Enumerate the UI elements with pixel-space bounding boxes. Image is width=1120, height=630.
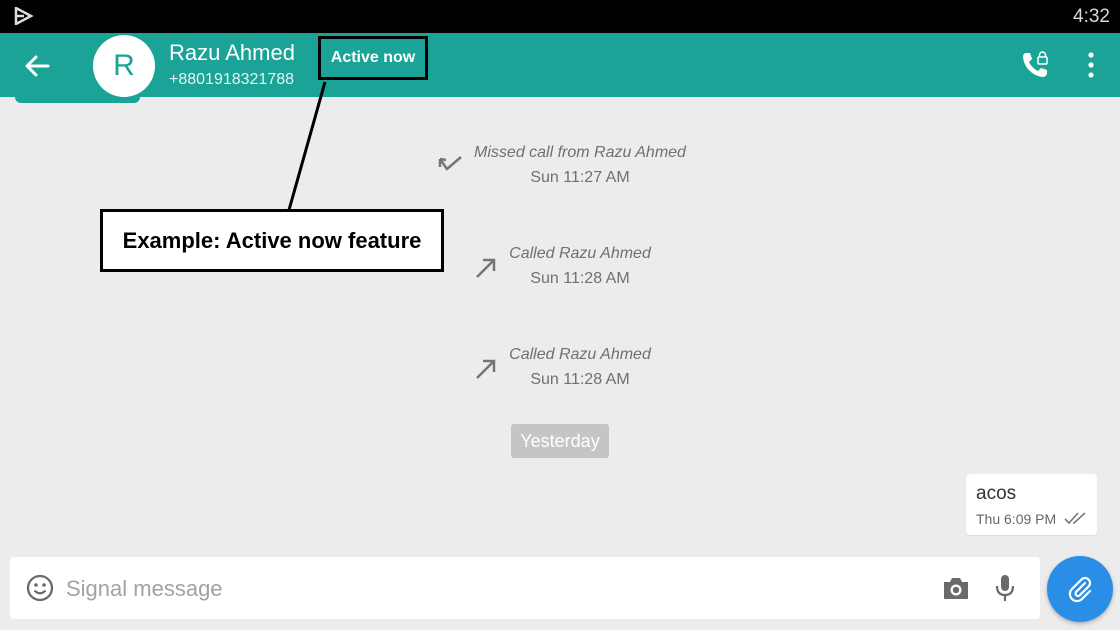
conversation-toolbar: R Razu Ahmed +8801918321788 Active now [0, 33, 1120, 97]
message-text: acos [976, 483, 1017, 504]
message-time: Thu 6:09 PM [976, 511, 1057, 527]
active-status-label: Active now [330, 49, 416, 66]
call-event-title: Called Razu Ahmed [509, 245, 651, 262]
contact-name[interactable]: Razu Ahmed [169, 40, 295, 66]
call-event: Called Razu Ahmed Sun 11:28 AM [505, 346, 655, 389]
call-event-time: Sun 11:28 AM [530, 371, 630, 388]
delivered-checks-icon [1064, 512, 1086, 525]
call-event: Missed call from Razu Ahmed Sun 11:27 AM [470, 144, 690, 187]
toolbar-tab-edge [15, 97, 140, 103]
call-event-title: Called Razu Ahmed [509, 346, 651, 363]
clock: 4:32 [1073, 6, 1110, 27]
outgoing-call-icon [476, 359, 496, 379]
active-status-highlight: Active now [318, 36, 428, 80]
call-event-title: Missed call from Razu Ahmed [474, 144, 686, 161]
call-event-time: Sun 11:28 AM [530, 270, 630, 287]
attach-button[interactable] [1047, 556, 1113, 622]
camera-icon[interactable] [942, 575, 970, 601]
call-event: Called Razu Ahmed Sun 11:28 AM [505, 245, 655, 288]
microphone-icon[interactable] [995, 573, 1015, 603]
status-bar: 4:32 [0, 0, 1120, 33]
call-event-time: Sun 11:27 AM [530, 169, 630, 186]
avatar[interactable]: R [93, 35, 155, 97]
emoji-icon[interactable] [26, 574, 54, 602]
contact-number: +8801918321788 [169, 71, 295, 88]
annotation-label: Example: Active now feature [122, 227, 422, 253]
date-divider: Yesterday [511, 424, 609, 458]
avatar-initial: R [113, 49, 135, 82]
overflow-menu-icon[interactable] [1084, 50, 1098, 80]
missed-call-icon [438, 156, 462, 171]
play-store-icon [14, 7, 34, 25]
paperclip-icon [1068, 576, 1092, 603]
outgoing-call-icon [476, 258, 496, 278]
secure-call-icon[interactable] [1020, 50, 1050, 80]
message-composer [10, 557, 1040, 619]
annotation-callout: Example: Active now feature [100, 209, 444, 272]
back-arrow-icon[interactable] [22, 51, 52, 81]
message-bubble[interactable]: acos Thu 6:09 PM [966, 474, 1097, 535]
message-input[interactable] [64, 571, 928, 607]
